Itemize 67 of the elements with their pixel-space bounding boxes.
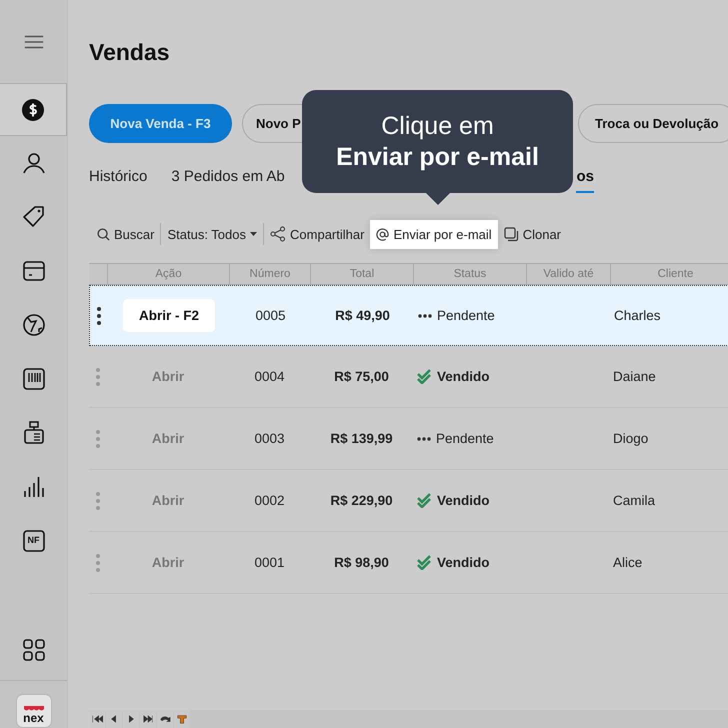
double-check-icon [417,369,432,384]
client-name: Charles [613,308,662,323]
status-label: Pendente [413,431,494,446]
open-button[interactable]: Abrir - F2 [122,299,215,332]
tag-icon [22,205,46,229]
order-total: R$ 229,90 [329,493,394,508]
barcode-icon [22,367,46,391]
toolbar-button[interactable]: Compartilhar [264,220,370,248]
cash-register-icon [22,421,46,445]
last-page-icon[interactable] [140,710,156,728]
drag-handle-icon[interactable] [97,306,101,324]
order-total: R$ 139,99 [329,431,394,446]
order-number: 0005 [254,308,287,323]
sidebar-item[interactable] [0,83,67,136]
ellipsis-icon [418,314,432,318]
page-title: Vendas [88,38,171,67]
client-name: Alice [612,555,644,570]
next-icon[interactable] [123,710,139,728]
sidebar-item[interactable]: NF [0,514,67,568]
status-label: Vendido [413,555,490,570]
search-icon [97,228,110,240]
drag-handle-icon[interactable] [96,492,100,510]
nf-icon: NF [22,529,46,553]
action-button[interactable]: Troca ou Devolução [578,104,728,143]
order-total: R$ 98,90 [333,555,390,570]
order-total: R$ 75,00 [333,369,390,384]
at-sign-icon [376,228,390,240]
toolbar-button[interactable]: Clonar [498,220,567,248]
client-name: Diogo [612,431,650,446]
toolbar-button[interactable]: Enviar por e-mail [370,220,498,248]
tooltip-text: Clique em [381,110,494,140]
order-number: 0001 [253,555,286,570]
client-name: Camila [612,493,656,508]
grid-icon[interactable] [22,638,46,662]
tab[interactable]: 3 Pedidos em Ab [171,168,285,193]
box-icon [22,259,46,283]
drag-handle-icon[interactable] [96,368,100,386]
order-number: 0002 [253,493,286,508]
tab[interactable]: os [576,168,594,193]
copy-icon [504,226,519,242]
order-number: 0004 [253,369,286,384]
status-label: Pendente [414,308,495,323]
status-label: Vendido [413,493,490,508]
bar-chart-icon [22,475,46,499]
share-icon [270,226,286,242]
selected-row[interactable]: Abrir - F2 0005 R$ 49,90 Pendente Charles [89,285,728,346]
client-name: Daiane [612,369,657,384]
dollar-icon [21,98,45,122]
drag-handle-icon[interactable] [96,430,100,448]
tooltip-text: Enviar por e-mail [336,142,539,172]
order-number: 0003 [253,431,286,446]
toolbar-button[interactable]: Buscar [91,220,160,248]
refresh-icon[interactable] [157,710,173,728]
caret-icon [250,232,258,236]
previous-icon[interactable] [106,710,122,728]
double-check-icon [417,555,432,570]
tab[interactable]: Histórico [89,168,148,193]
status-label: Vendido [413,369,490,384]
drag-handle-icon[interactable] [96,554,100,572]
app-logo[interactable]: nex [16,694,52,728]
filter-icon[interactable] [174,710,190,728]
order-total: R$ 49,90 [334,308,391,323]
double-check-icon [417,493,432,508]
toolbar-button[interactable]: Status: Todos [161,220,264,248]
globe-icon [22,313,46,337]
ellipsis-icon [417,436,431,440]
person-icon [22,151,46,175]
